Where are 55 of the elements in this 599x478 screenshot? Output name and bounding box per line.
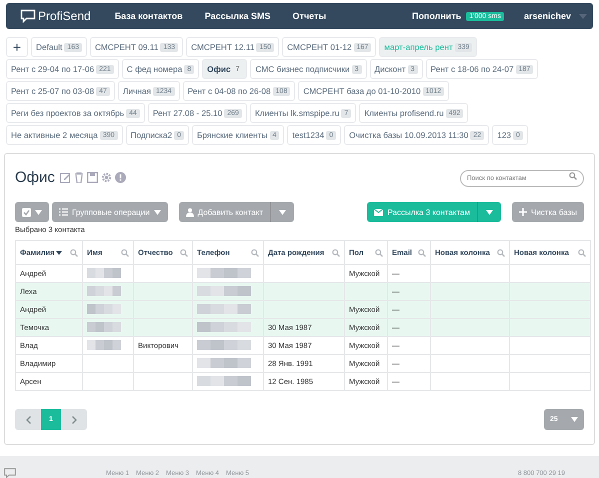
dropdown-button[interactable] [270, 202, 294, 222]
redacted-block [87, 338, 121, 350]
list-icon [59, 208, 68, 216]
redacted-block [197, 320, 251, 332]
envelope-icon [374, 208, 384, 216]
plus-icon [519, 208, 527, 216]
search-icon [121, 248, 129, 256]
search-icon [497, 248, 505, 256]
search-icon [569, 172, 577, 180]
redacted-block [197, 266, 251, 278]
topup-link[interactable]: Пополнить [412, 11, 462, 21]
info-icon[interactable] [114, 172, 126, 182]
caret-icon [154, 210, 161, 214]
select-all-button[interactable] [15, 202, 49, 222]
redacted-block [87, 302, 121, 314]
speech-bubble-icon [4, 468, 16, 478]
caret-icon [486, 210, 493, 214]
caret-icon [35, 210, 42, 214]
redacted-block [87, 284, 121, 296]
person-icon [186, 208, 194, 216]
caret-icon [571, 417, 578, 422]
redacted-block [87, 266, 121, 278]
nav-link[interactable]: Отчеты [292, 11, 326, 21]
chevron-left-icon [26, 416, 30, 424]
redacted-block [197, 302, 251, 314]
previous-page-button[interactable] [15, 409, 41, 430]
dropdown-button[interactable] [477, 202, 501, 222]
logo-text[interactable]: ProfiSend [38, 9, 91, 23]
redacted-block [197, 284, 251, 296]
search-icon [332, 248, 340, 256]
search-icon [180, 248, 188, 256]
redacted-block [197, 374, 251, 386]
next-page-button[interactable] [61, 409, 87, 430]
edit-icon[interactable] [60, 172, 71, 182]
nav-link[interactable]: База контактов [114, 11, 183, 21]
group-title: Офис [15, 168, 55, 186]
search-icon [418, 248, 426, 256]
user-menu[interactable]: arsenichev [524, 11, 571, 21]
caret-icon [579, 14, 587, 18]
redacted-block [197, 338, 251, 350]
sort-caret-icon [56, 250, 62, 254]
redacted-block [87, 320, 121, 332]
search-icon [251, 248, 259, 256]
checkbox-icon [22, 208, 31, 216]
settings-icon[interactable] [100, 172, 112, 182]
add-group-button[interactable]: + [6, 37, 28, 57]
chevron-right-icon [72, 416, 76, 424]
search-icon [578, 248, 586, 256]
speech-bubble-icon [20, 9, 36, 23]
caret-icon [279, 210, 286, 214]
nav-link[interactable]: Рассылка SMS [204, 11, 271, 21]
trash-icon[interactable] [74, 172, 84, 182]
search-icon [70, 248, 78, 256]
search-icon [375, 248, 383, 256]
redacted-block [197, 356, 251, 368]
